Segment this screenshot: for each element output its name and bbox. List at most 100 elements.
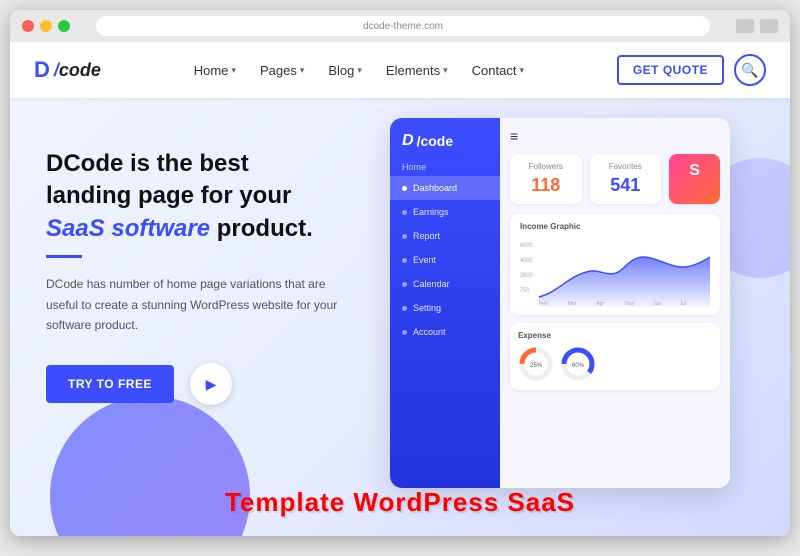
svg-text:Apr: Apr bbox=[596, 301, 604, 307]
hero-title-italic: SaaS software bbox=[46, 215, 210, 242]
dash-nav-item-earnings[interactable]: Earnings bbox=[390, 200, 500, 224]
nav-item-contact[interactable]: Contact ▾ bbox=[472, 63, 524, 78]
overlay-text: Template WordPress SaaS bbox=[10, 487, 790, 518]
search-icon: 🔍 bbox=[741, 62, 758, 79]
navbar: D /code Home ▾ Pages ▾ Blog ▾ Elements ▾… bbox=[10, 42, 790, 98]
browser-window: dcode-theme.com D /code Home ▾ Pages ▾ B… bbox=[10, 10, 790, 536]
stat-card-favorites: Favorites 541 bbox=[590, 154, 662, 204]
hero-title: DCode is the best landing page for your … bbox=[46, 148, 340, 245]
followers-label: Followers bbox=[520, 162, 572, 171]
navbar-actions: GET QUOTE 🔍 bbox=[617, 54, 766, 86]
play-button[interactable]: ▶ bbox=[190, 363, 232, 405]
dash-logo-d: D bbox=[402, 132, 414, 150]
play-icon: ▶ bbox=[206, 376, 217, 393]
chart-title: Income Graphic bbox=[520, 222, 710, 231]
chart-area: 6000 4000 2000 750 bbox=[520, 237, 710, 307]
nav-item-blog[interactable]: Blog ▾ bbox=[328, 63, 362, 78]
income-chart-svg: 6000 4000 2000 750 bbox=[520, 237, 710, 307]
svg-text:6000: 6000 bbox=[520, 243, 533, 249]
chevron-down-icon: ▾ bbox=[519, 65, 524, 76]
dashboard-main: ≡ Followers 118 Favorites 541 bbox=[500, 118, 730, 488]
hero-section: DCode is the best landing page for your … bbox=[10, 98, 790, 536]
maximize-button[interactable] bbox=[58, 20, 70, 32]
dash-dot-icon bbox=[402, 282, 407, 287]
expense-label: Expense bbox=[518, 331, 712, 340]
dashboard-bottom-row: Expense 25% bbox=[510, 323, 720, 390]
svg-text:Feb: Feb bbox=[539, 301, 548, 307]
svg-text:750: 750 bbox=[520, 288, 530, 294]
search-button[interactable]: 🔍 bbox=[734, 54, 766, 86]
dashboard-stats: Followers 118 Favorites 541 S bbox=[510, 154, 720, 204]
dashboard-topbar: ≡ bbox=[510, 128, 720, 144]
dashboard-mockup: D /code Home Dashboard Earnings bbox=[390, 118, 730, 488]
get-quote-button[interactable]: GET QUOTE bbox=[617, 55, 724, 85]
hero-title-end: product. bbox=[210, 215, 313, 242]
dash-nav-label-earnings: Earnings bbox=[413, 207, 449, 217]
svg-text:Mar: Mar bbox=[568, 301, 577, 307]
main-nav: Home ▾ Pages ▾ Blog ▾ Elements ▾ Contact… bbox=[194, 63, 524, 78]
hero-content: DCode is the best landing page for your … bbox=[10, 98, 370, 536]
dash-nav-label-event: Event bbox=[413, 255, 436, 265]
nav-item-pages[interactable]: Pages ▾ bbox=[260, 63, 304, 78]
website-content: D /code Home ▾ Pages ▾ Blog ▾ Elements ▾… bbox=[10, 42, 790, 536]
svg-text:4000: 4000 bbox=[520, 258, 533, 264]
browser-reload-icon[interactable] bbox=[760, 19, 778, 33]
url-text: dcode-theme.com bbox=[363, 21, 443, 32]
hero-description: DCode has number of home page variations… bbox=[46, 274, 340, 335]
nav-item-elements[interactable]: Elements ▾ bbox=[386, 63, 448, 78]
dash-nav-item-account[interactable]: Account bbox=[390, 320, 500, 344]
dashboard-logo: D /code bbox=[390, 132, 500, 162]
minimize-button[interactable] bbox=[40, 20, 52, 32]
stat-card-partial: S bbox=[669, 154, 720, 204]
dash-nav-item-report[interactable]: Report bbox=[390, 224, 500, 248]
try-free-button[interactable]: TRY TO FREE bbox=[46, 365, 174, 403]
hero-divider bbox=[46, 255, 82, 258]
dash-nav-item-dashboard[interactable]: Dashboard bbox=[390, 176, 500, 200]
dash-nav-item-calendar[interactable]: Calendar bbox=[390, 272, 500, 296]
partial-value: S bbox=[679, 162, 710, 180]
dash-nav-item-setting[interactable]: Setting bbox=[390, 296, 500, 320]
close-button[interactable] bbox=[22, 20, 34, 32]
dash-dot-icon bbox=[402, 258, 407, 263]
favorites-label: Favorites bbox=[600, 162, 652, 171]
svg-text:Jun: Jun bbox=[653, 301, 661, 307]
nav-item-home[interactable]: Home ▾ bbox=[194, 63, 236, 78]
site-logo[interactable]: D /code bbox=[34, 57, 101, 83]
dash-nav-item-event[interactable]: Event bbox=[390, 248, 500, 272]
browser-share-icon[interactable] bbox=[736, 19, 754, 33]
logo-d-letter: D bbox=[34, 57, 50, 83]
dash-nav-label-calendar: Calendar bbox=[413, 279, 450, 289]
dash-dot-icon bbox=[402, 210, 407, 215]
dash-dot-icon bbox=[402, 186, 407, 191]
chevron-down-icon: ▾ bbox=[300, 65, 305, 76]
chart-area-fill bbox=[539, 257, 710, 307]
donut2-pct: 60% bbox=[572, 363, 585, 369]
dash-nav-label-report: Report bbox=[413, 231, 440, 241]
svg-text:2000: 2000 bbox=[520, 273, 533, 279]
dash-nav-home-label: Home bbox=[390, 162, 500, 172]
overlay-text-container: Template WordPress SaaS bbox=[10, 487, 790, 518]
donut1-pct: 25% bbox=[530, 363, 543, 369]
logo-text: /code bbox=[54, 60, 101, 81]
dash-nav-label-dashboard: Dashboard bbox=[413, 183, 457, 193]
chevron-down-icon: ▾ bbox=[357, 65, 362, 76]
hero-visual: D /code Home Dashboard Earnings bbox=[370, 98, 790, 536]
expense-card: Expense 25% bbox=[510, 323, 720, 390]
dash-dot-icon bbox=[402, 306, 407, 311]
donut-chart-2: 60% bbox=[560, 346, 596, 382]
chevron-down-icon: ▾ bbox=[443, 65, 448, 76]
donut-chart-1: 25% bbox=[518, 346, 554, 382]
expense-donuts: 25% 60% bbox=[518, 346, 712, 382]
url-bar[interactable]: dcode-theme.com bbox=[96, 16, 710, 36]
chevron-down-icon: ▾ bbox=[231, 65, 236, 76]
dash-nav-label-account: Account bbox=[413, 327, 446, 337]
hero-buttons: TRY TO FREE ▶ bbox=[46, 363, 340, 405]
hamburger-icon[interactable]: ≡ bbox=[510, 128, 518, 144]
favorites-value: 541 bbox=[600, 175, 652, 196]
dash-nav-label-setting: Setting bbox=[413, 303, 441, 313]
hero-title-line1: DCode is the best bbox=[46, 150, 249, 177]
dash-dot-icon bbox=[402, 234, 407, 239]
svg-text:May: May bbox=[625, 301, 635, 307]
dashboard-sidebar: D /code Home Dashboard Earnings bbox=[390, 118, 500, 488]
svg-text:Jul: Jul bbox=[680, 301, 687, 307]
